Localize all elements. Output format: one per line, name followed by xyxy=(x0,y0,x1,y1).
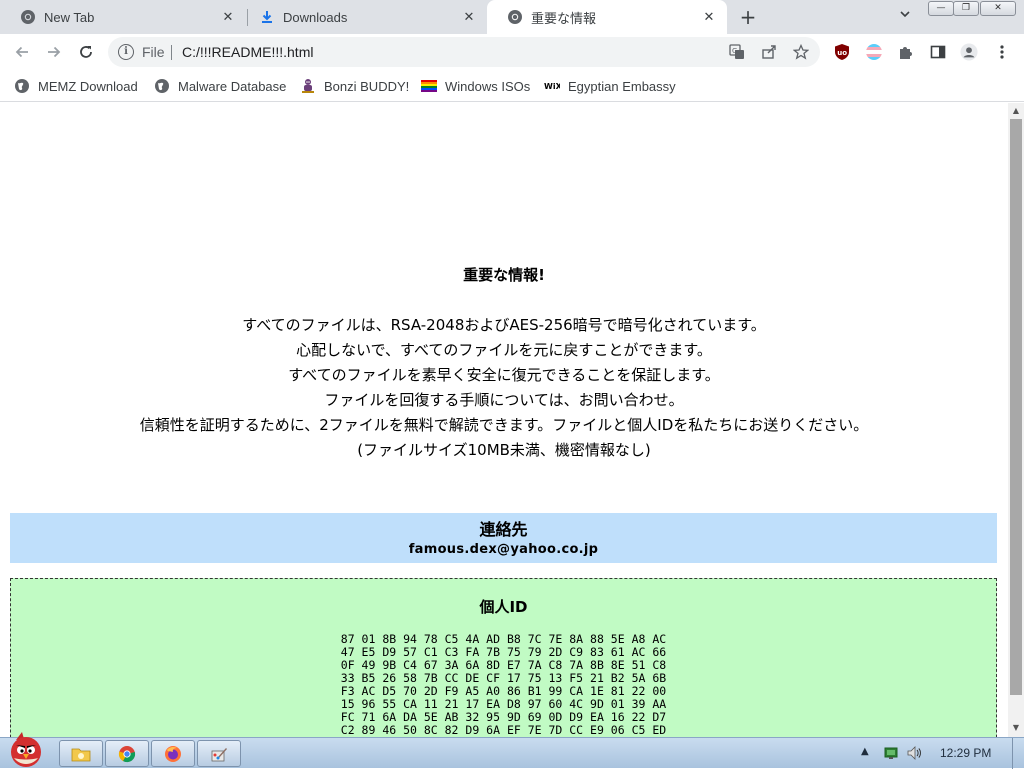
message-line: すべてのファイルを素早く安全に復元できることを保証します。 xyxy=(288,366,720,384)
minimize-button[interactable]: — xyxy=(928,1,954,16)
ublock-origin-icon[interactable]: uo xyxy=(833,43,851,61)
close-icon[interactable]: ✕ xyxy=(701,9,717,25)
bookmarks-bar: MEMZ Download Malware Database Bonzi BUD… xyxy=(0,70,1024,102)
bookmark-memz-download[interactable]: MEMZ Download xyxy=(14,77,138,95)
chrome-icon xyxy=(507,9,523,25)
tab-search-chevron-icon[interactable] xyxy=(896,8,914,26)
close-icon[interactable]: ✕ xyxy=(461,9,477,25)
bookmark-malware-database[interactable]: Malware Database xyxy=(154,77,286,95)
back-arrow-icon xyxy=(15,46,28,58)
restore-button[interactable]: ❐ xyxy=(953,1,979,16)
new-tab-button[interactable]: + xyxy=(737,7,759,29)
taskbar-explorer-folder-icon[interactable] xyxy=(59,740,103,767)
message-line: すべてのファイルは、RSA-2048およびAES-256暗号で暗号化されています… xyxy=(242,316,766,334)
bookmark-label: Bonzi BUDDY! xyxy=(324,78,410,94)
personal-id-title: 個人ID xyxy=(479,598,528,616)
page-content: 重要な情報! すべてのファイルは、RSA-2048およびAES-256暗号で暗号… xyxy=(0,103,1008,737)
start-button-angry-bird-icon[interactable] xyxy=(2,730,50,770)
chrome-icon xyxy=(20,9,36,25)
bonzi-icon xyxy=(300,78,316,94)
bookmark-star-icon[interactable] xyxy=(793,44,809,60)
page-heading: 重要な情報! xyxy=(463,266,545,284)
tab-label: New Tab xyxy=(44,9,95,25)
back-button[interactable] xyxy=(10,40,34,64)
share-icon[interactable] xyxy=(761,44,777,60)
scroll-up-arrow-icon[interactable]: ▲ xyxy=(1011,106,1021,116)
trans-flag-extension-icon[interactable] xyxy=(865,43,883,61)
reload-icon xyxy=(80,46,92,58)
tab-label: Downloads xyxy=(283,9,348,25)
globe-icon xyxy=(154,78,170,94)
forward-arrow-icon xyxy=(48,46,61,58)
taskbar-clock[interactable]: 12:29 PM xyxy=(940,746,991,760)
bookmark-label: MEMZ Download xyxy=(38,78,138,94)
tab-new-tab[interactable]: New Tab ✕ xyxy=(0,0,246,34)
taskbar: ▲ 12:29 PM xyxy=(0,732,1024,769)
network-icon[interactable] xyxy=(883,745,899,761)
message-line: (ファイルサイズ10MB未満、機密情報なし) xyxy=(357,441,651,459)
scroll-down-arrow-icon[interactable]: ▼ xyxy=(1011,723,1021,733)
forward-button[interactable] xyxy=(42,40,66,64)
message-line: 心配しないで、すべてのファイルを元に戻すことができます。 xyxy=(296,341,712,359)
tab-label: 重要な情報 xyxy=(531,10,597,26)
kebab-menu-icon[interactable] xyxy=(993,43,1011,61)
contact-box: 連絡先 famous.dex@yahoo.co.jp xyxy=(10,513,997,563)
wix-icon: WiX xyxy=(544,78,560,94)
scrollbar-thumb[interactable] xyxy=(1010,119,1022,695)
tab-strip: New Tab ✕ Downloads ✕ 重要な情報 ✕ + — ❐ ✕ xyxy=(0,0,1024,34)
url-scheme: File xyxy=(142,44,165,60)
svg-text:WiX: WiX xyxy=(544,82,560,91)
tab-downloads[interactable]: Downloads ✕ xyxy=(239,0,487,34)
bookmark-bonzi-buddy[interactable]: Bonzi BUDDY! xyxy=(300,77,409,95)
hex-line: C2 89 46 50 8C 82 D9 6A EF 7E 7D CC E9 0… xyxy=(340,723,667,737)
bookmark-label: Windows ISOs xyxy=(445,78,531,94)
globe-icon xyxy=(14,78,30,94)
extensions-puzzle-icon[interactable] xyxy=(897,43,915,61)
reload-button[interactable] xyxy=(74,40,98,64)
contact-email[interactable]: famous.dex@yahoo.co.jp xyxy=(10,542,997,557)
bookmark-label: Egyptian Embassy xyxy=(568,78,676,94)
message-line: ファイルを回復する手順については、お問い合わせ。 xyxy=(324,391,684,409)
show-desktop-button[interactable] xyxy=(1012,738,1024,769)
taskbar-chrome-icon[interactable] xyxy=(105,740,149,767)
taskbar-paint-icon[interactable] xyxy=(197,740,241,767)
close-icon[interactable]: ✕ xyxy=(220,9,236,25)
personal-id-box: 個人ID 87 01 8B 94 78 C5 4A AD B8 7C 7E 8A… xyxy=(10,578,997,737)
address-bar[interactable]: i File C:/!!!README!!!.html G xyxy=(108,37,820,67)
tab-active-info[interactable]: 重要な情報 ✕ xyxy=(487,0,727,34)
bookmark-egyptian-embassy[interactable]: WiX Egyptian Embassy xyxy=(544,77,676,95)
rainbow-flag-icon xyxy=(421,78,437,94)
vertical-scrollbar[interactable]: ▲ ▼ xyxy=(1008,103,1024,737)
translate-icon[interactable]: G xyxy=(729,44,745,60)
download-icon xyxy=(259,9,275,25)
volume-icon[interactable] xyxy=(906,745,922,761)
url-divider xyxy=(171,45,172,60)
close-window-button[interactable]: ✕ xyxy=(980,1,1016,16)
tray-expand-arrow-icon[interactable]: ▲ xyxy=(861,746,869,757)
profile-avatar-icon[interactable] xyxy=(960,43,978,61)
site-info-icon[interactable]: i xyxy=(118,44,134,60)
bookmark-windows-isos[interactable]: Windows ISOs xyxy=(421,77,530,95)
browser-toolbar: i File C:/!!!README!!!.html G uo xyxy=(0,34,1024,70)
side-panel-icon[interactable] xyxy=(929,43,947,61)
url-text[interactable]: C:/!!!README!!!.html xyxy=(182,44,313,60)
contact-title: 連絡先 xyxy=(479,520,528,539)
svg-text:G: G xyxy=(732,47,737,55)
taskbar-firefox-icon[interactable] xyxy=(151,740,195,767)
svg-text:uo: uo xyxy=(837,49,847,57)
bookmark-label: Malware Database xyxy=(178,78,287,94)
message-line: 信頼性を証明するために、2ファイルを無料で解読できます。ファイルと個人IDを私た… xyxy=(139,416,869,434)
